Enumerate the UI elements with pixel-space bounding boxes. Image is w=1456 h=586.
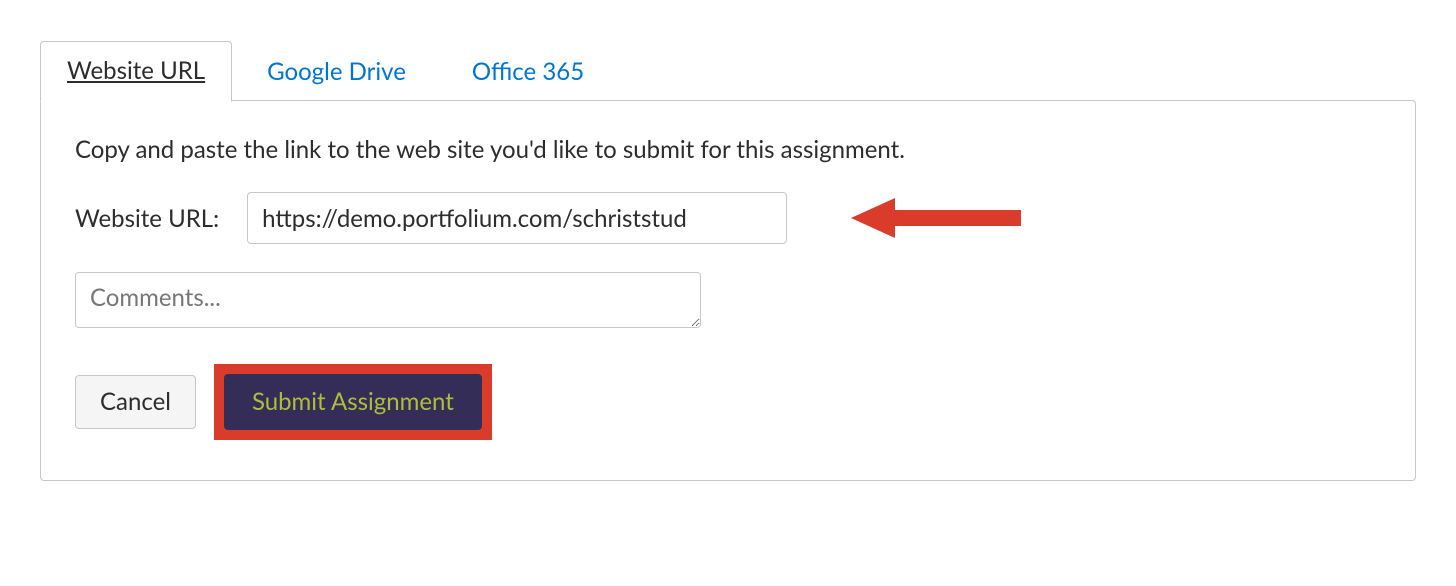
annotation-arrow-icon <box>851 194 1021 242</box>
submission-panel: Website URL Google Drive Office 365 Copy… <box>40 40 1416 481</box>
website-url-input[interactable] <box>247 192 787 244</box>
submit-highlight: Submit Assignment <box>214 364 492 440</box>
url-row: Website URL: <box>75 192 1381 244</box>
tab-website-url[interactable]: Website URL <box>40 41 232 102</box>
tab-google-drive[interactable]: Google Drive <box>240 42 433 102</box>
comments-textarea[interactable] <box>75 272 701 328</box>
instructions-text: Copy and paste the link to the web site … <box>75 135 1381 164</box>
cancel-button[interactable]: Cancel <box>75 375 196 429</box>
submit-assignment-button[interactable]: Submit Assignment <box>224 374 482 430</box>
tab-bar: Website URL Google Drive Office 365 <box>40 40 1416 101</box>
button-row: Cancel Submit Assignment <box>75 364 1381 440</box>
url-label: Website URL: <box>75 204 219 233</box>
tab-content: Copy and paste the link to the web site … <box>40 100 1416 481</box>
tab-office-365[interactable]: Office 365 <box>445 42 611 102</box>
